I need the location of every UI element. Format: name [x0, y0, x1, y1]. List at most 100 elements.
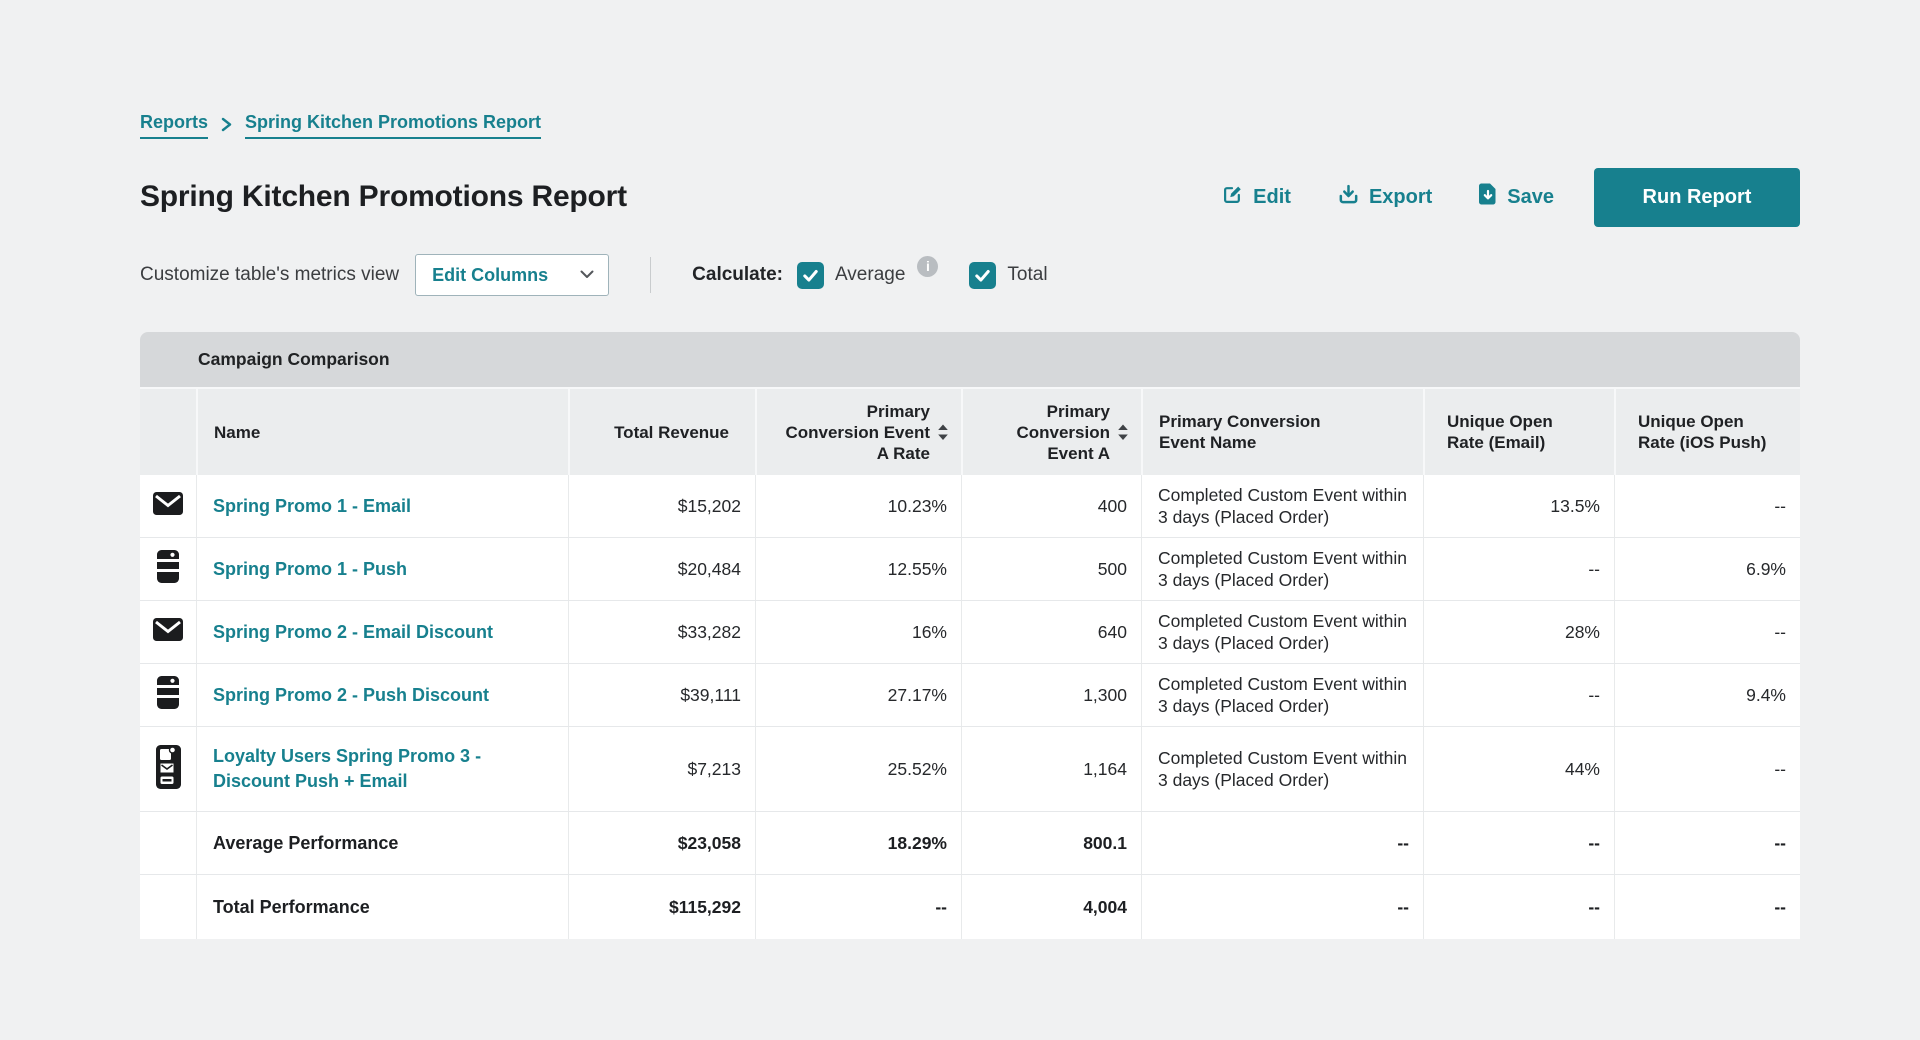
channel-icon-cell	[140, 664, 196, 726]
total-revenue-cell: $23,058	[568, 812, 755, 874]
open-rate-email-cell: 44%	[1423, 727, 1614, 811]
conversion-rate-cell: --	[755, 875, 961, 939]
total-revenue-cell: $7,213	[568, 727, 755, 811]
average-checkbox[interactable]	[797, 262, 824, 289]
total-revenue-cell: $33,282	[568, 601, 755, 663]
download-icon	[1337, 183, 1360, 212]
open-rate-push-cell: --	[1614, 601, 1800, 663]
report-page: Reports Spring Kitchen Promotions Report…	[0, 0, 1920, 1040]
channel-icon-cell	[140, 475, 196, 537]
column-header-unique-open-rate-ios-push: Unique Open Rate (iOS Push)	[1614, 389, 1800, 475]
column-header-unique-open-rate-email: Unique Open Rate (Email)	[1423, 389, 1614, 475]
channel-icon-cell	[140, 727, 196, 811]
open-rate-email-cell: --	[1423, 664, 1614, 726]
sort-arrows-icon[interactable]	[937, 424, 949, 441]
conversion-rate-cell: 10.23%	[755, 475, 961, 537]
table-controls: Customize table's metrics view Edit Colu…	[140, 253, 1800, 297]
total-performance-row: Total Performance $115,292 -- 4,004 -- -…	[140, 874, 1800, 939]
conversion-event-name-cell: --	[1141, 812, 1423, 874]
table-title-label: Campaign Comparison	[198, 349, 390, 370]
total-revenue-cell: $39,111	[568, 664, 755, 726]
edit-button[interactable]: Edit	[1221, 183, 1291, 212]
summary-label: Average Performance	[196, 812, 568, 874]
chevron-right-icon	[220, 117, 233, 132]
conversion-rate-cell: 27.17%	[755, 664, 961, 726]
open-rate-email-cell: --	[1423, 812, 1614, 874]
open-rate-email-cell: --	[1423, 875, 1614, 939]
edit-columns-dropdown[interactable]: Edit Columns	[415, 254, 609, 296]
column-header-name: Name	[196, 389, 568, 475]
campaign-name-link[interactable]: Loyalty Users Spring Promo 3 - Discount …	[196, 727, 568, 811]
campaign-name-link[interactable]: Spring Promo 2 - Push Discount	[196, 664, 568, 726]
campaign-name-link[interactable]: Spring Promo 1 - Push	[196, 538, 568, 600]
conversion-event-name-cell: Completed Custom Event within 3 days (Pl…	[1141, 727, 1423, 811]
info-circle-icon[interactable]: i	[917, 256, 938, 277]
save-button[interactable]: Save	[1478, 182, 1554, 212]
open-rate-email-cell: --	[1423, 538, 1614, 600]
title-row: Spring Kitchen Promotions Report Edit Ex…	[140, 167, 1800, 227]
total-checkbox[interactable]	[969, 262, 996, 289]
conversion-event-name-cell: --	[1141, 875, 1423, 939]
open-rate-push-cell: --	[1614, 727, 1800, 811]
vertical-divider	[650, 257, 651, 293]
table-header-row: Name Total Revenue Primary Conversion Ev…	[140, 387, 1800, 475]
mobile-push-icon	[156, 675, 180, 715]
customize-metrics-label: Customize table's metrics view	[140, 264, 399, 286]
conversion-event-name-cell: Completed Custom Event within 3 days (Pl…	[1141, 664, 1423, 726]
conversion-rate-cell: 25.52%	[755, 727, 961, 811]
calculate-label: Calculate:	[692, 264, 783, 286]
channel-icon-cell	[140, 812, 196, 874]
conversion-count-cell: 500	[961, 538, 1141, 600]
conversion-rate-cell: 18.29%	[755, 812, 961, 874]
breadcrumb-reports-link[interactable]: Reports	[140, 112, 208, 139]
average-performance-row: Average Performance $23,058 18.29% 800.1…	[140, 811, 1800, 874]
column-header-primary-conversion-event-a[interactable]: Primary Conversion Event A	[961, 389, 1141, 475]
open-rate-push-cell: 6.9%	[1614, 538, 1800, 600]
campaign-name-link[interactable]: Spring Promo 2 - Email Discount	[196, 601, 568, 663]
email-and-mobile-push-icon	[155, 744, 182, 795]
table-row: Spring Promo 2 - Push Discount $39,111 2…	[140, 663, 1800, 726]
open-rate-email-cell: 13.5%	[1423, 475, 1614, 537]
edit-columns-label: Edit Columns	[432, 265, 548, 286]
total-revenue-cell: $20,484	[568, 538, 755, 600]
conversion-count-cell: 800.1	[961, 812, 1141, 874]
channel-icon-cell	[140, 875, 196, 939]
total-revenue-cell: $115,292	[568, 875, 755, 939]
conversion-rate-cell: 16%	[755, 601, 961, 663]
sort-arrows-icon[interactable]	[1117, 424, 1129, 441]
conversion-count-cell: 400	[961, 475, 1141, 537]
breadcrumb-current-report-link[interactable]: Spring Kitchen Promotions Report	[245, 112, 541, 139]
run-report-button[interactable]: Run Report	[1594, 168, 1800, 227]
conversion-count-cell: 1,300	[961, 664, 1141, 726]
summary-label: Total Performance	[196, 875, 568, 939]
email-icon	[153, 492, 183, 520]
save-button-label: Save	[1507, 186, 1554, 209]
email-icon	[153, 618, 183, 646]
conversion-event-name-cell: Completed Custom Event within 3 days (Pl…	[1141, 601, 1423, 663]
open-rate-email-cell: 28%	[1423, 601, 1614, 663]
table-title: Campaign Comparison	[140, 332, 1800, 387]
open-rate-push-cell: --	[1614, 475, 1800, 537]
edit-pencil-icon	[1221, 183, 1244, 212]
breadcrumb: Reports Spring Kitchen Promotions Report	[140, 0, 1800, 139]
table-row: Spring Promo 2 - Email Discount $33,282 …	[140, 600, 1800, 663]
conversion-event-name-cell: Completed Custom Event within 3 days (Pl…	[1141, 475, 1423, 537]
mobile-push-icon	[156, 549, 180, 589]
total-revenue-cell: $15,202	[568, 475, 755, 537]
conversion-count-cell: 640	[961, 601, 1141, 663]
column-header-primary-conversion-event-a-rate[interactable]: Primary Conversion Event A Rate	[755, 389, 961, 475]
conversion-count-cell: 1,164	[961, 727, 1141, 811]
open-rate-push-cell: 9.4%	[1614, 664, 1800, 726]
column-header-total-revenue: Total Revenue	[568, 389, 755, 475]
export-button-label: Export	[1369, 186, 1432, 209]
conversion-event-name-cell: Completed Custom Event within 3 days (Pl…	[1141, 538, 1423, 600]
open-rate-push-cell: --	[1614, 812, 1800, 874]
campaign-comparison-table: Campaign Comparison Name Total Revenue P…	[140, 332, 1800, 939]
export-button[interactable]: Export	[1337, 183, 1432, 212]
open-rate-push-cell: --	[1614, 875, 1800, 939]
table-row: Loyalty Users Spring Promo 3 - Discount …	[140, 726, 1800, 811]
edit-button-label: Edit	[1253, 186, 1291, 209]
campaign-name-link[interactable]: Spring Promo 1 - Email	[196, 475, 568, 537]
channel-icon-cell	[140, 538, 196, 600]
total-checkbox-label: Total	[1007, 264, 1047, 286]
